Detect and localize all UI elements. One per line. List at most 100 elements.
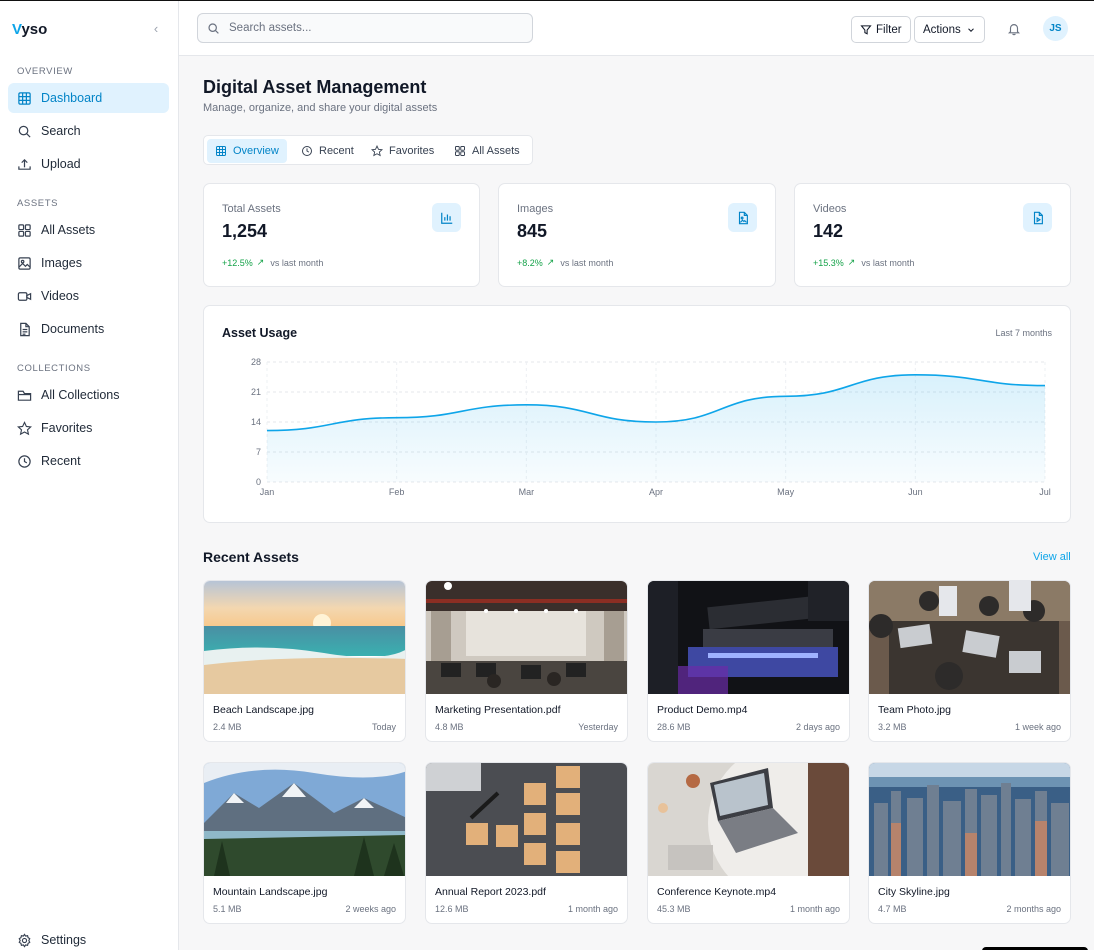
- y-tick-label: 7: [256, 447, 261, 457]
- sidebar-item-favorites[interactable]: Favorites: [8, 413, 169, 443]
- sidebar-item-label: Recent: [41, 454, 81, 468]
- tab-favorites[interactable]: Favorites: [363, 139, 442, 163]
- sidebar: Vyso ‹ OVERVIEW Dashboard Search Upload …: [0, 1, 179, 950]
- sidebar-item-videos[interactable]: Videos: [8, 281, 169, 311]
- tab-all-assets[interactable]: All Assets: [446, 139, 528, 163]
- asset-name: Annual Report 2023.pdf: [435, 886, 546, 898]
- asset-size: 4.8 MB: [435, 722, 464, 732]
- sidebar-item-label: Dashboard: [41, 91, 103, 105]
- asset-date: Today: [371, 722, 396, 732]
- filter-button[interactable]: Filter: [851, 16, 911, 43]
- laptop-desk-thumbnail: [648, 763, 849, 876]
- search-input[interactable]: [229, 22, 509, 34]
- sidebar-item-settings[interactable]: Settings: [8, 925, 169, 950]
- view-all-link[interactable]: View all: [1033, 551, 1071, 563]
- video-file-icon: [1023, 203, 1052, 232]
- sidebar-item-all-assets[interactable]: All Assets: [8, 215, 169, 245]
- collapse-sidebar-icon[interactable]: ‹: [150, 22, 162, 36]
- stat-label: Images: [517, 203, 554, 215]
- asset-card[interactable]: Conference Keynote.mp4 45.3 MB 1 month a…: [647, 762, 850, 924]
- stat-value: 142: [813, 221, 844, 241]
- image-file-icon: [728, 203, 757, 232]
- x-tick-label: May: [777, 487, 795, 497]
- asset-usage-chart: 0 7 14 21 28 Jan Feb Mar Apr May Jun Jul: [251, 357, 1051, 497]
- asset-date: 2 weeks ago: [345, 904, 396, 914]
- pc-hardware-thumbnail: [648, 581, 849, 694]
- sidebar-item-upload[interactable]: Upload: [8, 149, 169, 179]
- bell-icon[interactable]: [1007, 22, 1021, 36]
- stat-value: 1,254: [222, 221, 268, 241]
- actions-button[interactable]: Actions: [914, 16, 985, 43]
- asset-card[interactable]: Marketing Presentation.pdf 4.8 MB Yester…: [425, 580, 628, 742]
- sidebar-item-recent[interactable]: Recent: [8, 446, 169, 476]
- asset-card[interactable]: Mountain Landscape.jpg 5.1 MB 2 weeks ag…: [203, 762, 406, 924]
- asset-size: 28.6 MB: [657, 722, 691, 732]
- sidebar-item-label: All Collections: [41, 388, 120, 402]
- trend-up-icon: ↗: [546, 257, 555, 267]
- stat-card-total-assets: Total Assets 1,254 +12.5% ↗ vs last month: [203, 183, 480, 287]
- search-box[interactable]: [197, 13, 533, 43]
- page-subtitle: Manage, organize, and share your digital…: [203, 102, 438, 114]
- tab-label: Recent: [319, 145, 354, 157]
- sidebar-item-label: All Assets: [41, 223, 96, 237]
- asset-size: 12.6 MB: [435, 904, 469, 914]
- asset-card[interactable]: Beach Landscape.jpg 2.4 MB Today: [203, 580, 406, 742]
- asset-size: 3.2 MB: [878, 722, 907, 732]
- x-tick-label: Feb: [389, 487, 405, 497]
- clock-icon: [18, 454, 31, 468]
- sidebar-item-label: Documents: [41, 322, 105, 336]
- sticky-notes-thumbnail: [426, 763, 627, 876]
- stat-change: +12.5% ↗ vs last month: [222, 257, 324, 268]
- x-tick-label: Jan: [260, 487, 275, 497]
- avatar[interactable]: JS: [1043, 16, 1068, 41]
- asset-card[interactable]: Team Photo.jpg 3.2 MB 1 week ago: [868, 580, 1071, 742]
- beach-thumbnail: [204, 581, 405, 694]
- page-title: Digital Asset Management: [203, 77, 427, 97]
- sidebar-item-search[interactable]: Search: [8, 116, 169, 146]
- image-icon: [18, 256, 31, 270]
- tab-label: Overview: [233, 145, 279, 157]
- section-overview: OVERVIEW: [17, 66, 73, 77]
- team-thumbnail: [869, 581, 1070, 694]
- video-icon: [17, 291, 32, 301]
- y-tick-label: 21: [251, 387, 261, 397]
- asset-card[interactable]: City Skyline.jpg 4.7 MB 2 months ago: [868, 762, 1071, 924]
- asset-size: 4.7 MB: [878, 904, 907, 914]
- stat-card-images: Images 845 +8.2% ↗ vs last month: [498, 183, 776, 287]
- tab-recent[interactable]: Recent: [293, 139, 362, 163]
- brand-logo[interactable]: Vyso: [12, 21, 47, 38]
- asset-size: 45.3 MB: [657, 904, 691, 914]
- x-tick-label: Mar: [519, 487, 535, 497]
- sidebar-item-label: Settings: [41, 933, 87, 947]
- upload-icon: [18, 158, 31, 170]
- tab-overview[interactable]: Overview: [207, 139, 287, 163]
- sidebar-item-label: Videos: [41, 289, 79, 303]
- section-collections: COLLECTIONS: [17, 363, 91, 374]
- sidebar-item-dashboard[interactable]: Dashboard: [8, 83, 169, 113]
- chevron-down-icon: [967, 27, 974, 32]
- apps-icon: [455, 146, 465, 156]
- section-assets: ASSETS: [17, 198, 59, 209]
- asset-name: Marketing Presentation.pdf: [435, 704, 561, 716]
- filter-label: Filter: [876, 23, 902, 36]
- document-icon: [20, 322, 30, 336]
- tab-label: Favorites: [389, 145, 435, 157]
- mountain-thumbnail: [204, 763, 405, 876]
- filter-icon: [860, 24, 872, 35]
- star-icon: [371, 145, 383, 157]
- stat-value: 845: [517, 221, 548, 241]
- sidebar-item-images[interactable]: Images: [8, 248, 169, 278]
- trend-up-icon: ↗: [847, 257, 856, 267]
- sidebar-item-documents[interactable]: Documents: [8, 314, 169, 344]
- asset-name: Product Demo.mp4: [657, 704, 748, 716]
- apps-icon: [18, 223, 31, 237]
- asset-card[interactable]: Annual Report 2023.pdf 12.6 MB 1 month a…: [425, 762, 628, 924]
- stat-change: +15.3% ↗ vs last month: [813, 257, 915, 268]
- y-tick-label: 28: [251, 357, 261, 367]
- asset-card[interactable]: Product Demo.mp4 28.6 MB 2 days ago: [647, 580, 850, 742]
- sidebar-item-all-collections[interactable]: All Collections: [8, 380, 169, 410]
- sidebar-item-label: Upload: [41, 157, 81, 171]
- search-icon: [18, 125, 31, 138]
- clock-icon: [302, 146, 312, 156]
- asset-date: Yesterday: [578, 722, 618, 732]
